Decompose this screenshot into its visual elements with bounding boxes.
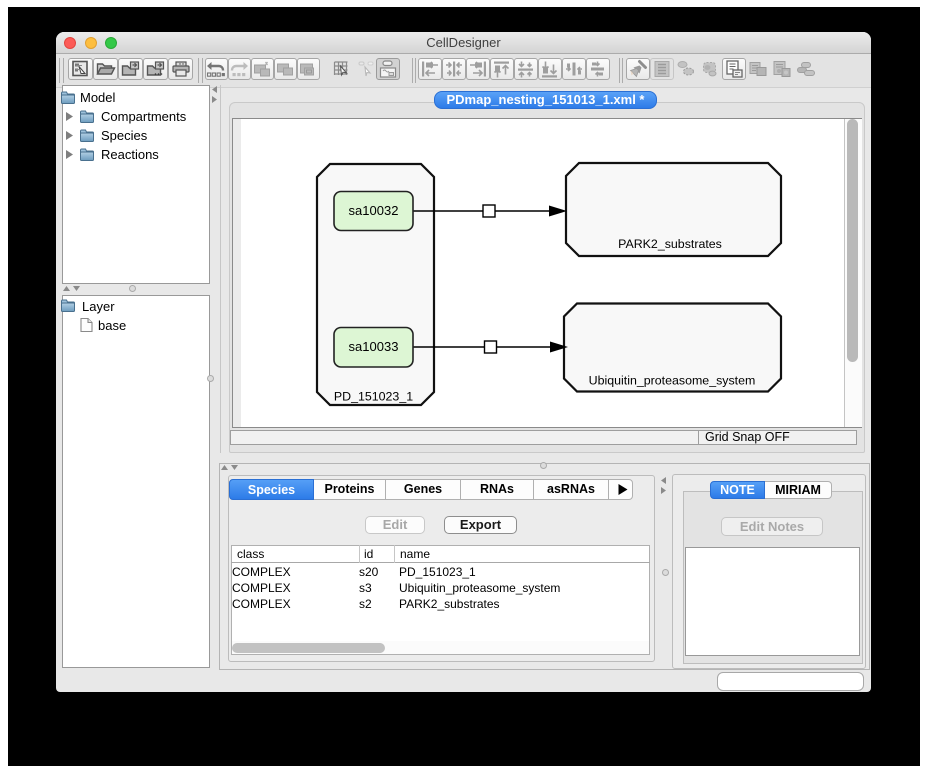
svg-text:sa10033: sa10033	[349, 339, 399, 354]
svg-text:PARK2_substrates: PARK2_substrates	[618, 237, 722, 251]
svg-text:PD_151023_1: PD_151023_1	[334, 390, 413, 404]
svg-text:Ubiquitin_proteasome_system: Ubiquitin_proteasome_system	[589, 374, 756, 388]
svg-text:sa10032: sa10032	[349, 203, 399, 218]
